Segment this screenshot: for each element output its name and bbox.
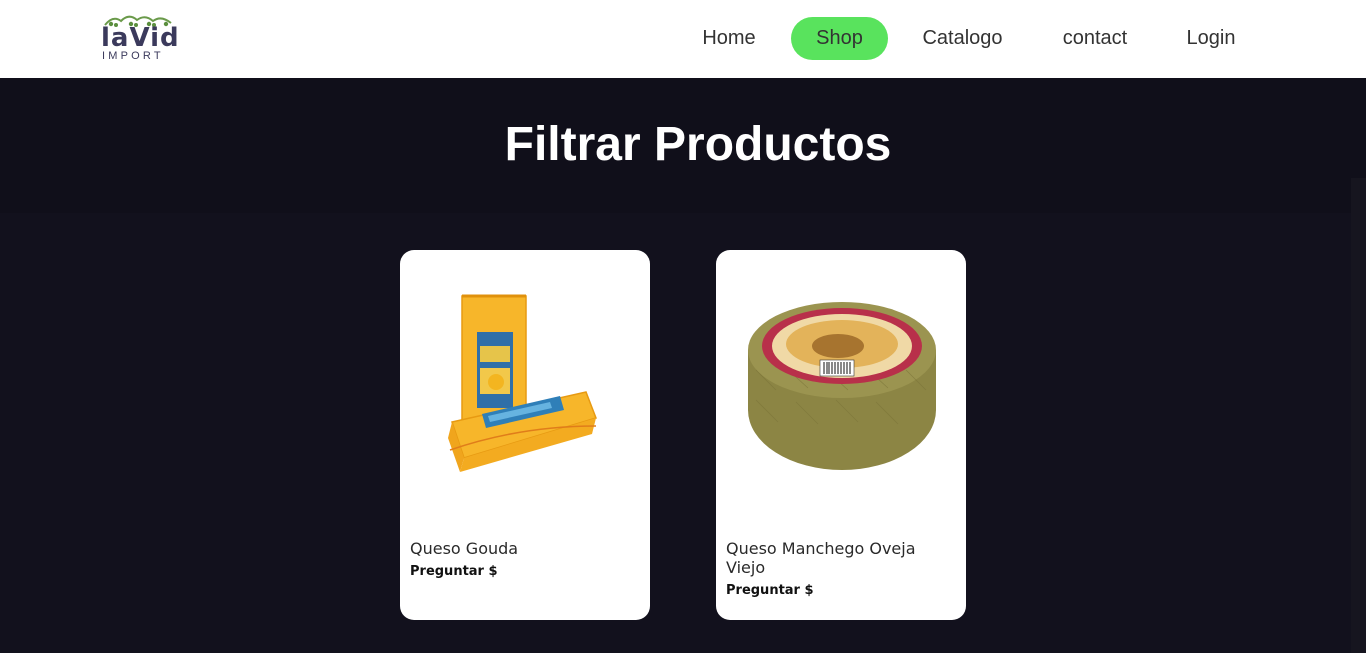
brand-wordmark: laVid bbox=[101, 23, 180, 53]
nav-home[interactable]: Home bbox=[690, 17, 768, 60]
nav-catalogo[interactable]: Catalogo bbox=[910, 17, 1015, 60]
brand-logo[interactable]: laVid IMPORT bbox=[101, 13, 179, 63]
product-card[interactable]: Queso Gouda Preguntar $ bbox=[400, 250, 650, 620]
product-image-gouda bbox=[448, 294, 597, 472]
product-card[interactable]: Queso Manchego Oveja Viejo Preguntar $ bbox=[716, 250, 966, 620]
product-image-manchego bbox=[748, 302, 936, 470]
nav-contact[interactable]: contact bbox=[1050, 17, 1140, 60]
product-price[interactable]: Preguntar $ bbox=[726, 583, 814, 599]
brand-subtitle: IMPORT bbox=[102, 50, 164, 62]
product-price[interactable]: Preguntar $ bbox=[410, 564, 498, 580]
product-name: Queso Manchego Oveja Viejo bbox=[726, 539, 916, 577]
scrollbar-track[interactable] bbox=[1351, 178, 1366, 653]
top-navbar: laVid IMPORT Home Shop Catalogo contact … bbox=[0, 0, 1366, 78]
page-title: Filtrar Productos bbox=[504, 118, 892, 171]
nav-login[interactable]: Login bbox=[1175, 17, 1247, 60]
nav-shop[interactable]: Shop bbox=[791, 17, 888, 60]
product-name: Queso Gouda bbox=[410, 539, 519, 558]
